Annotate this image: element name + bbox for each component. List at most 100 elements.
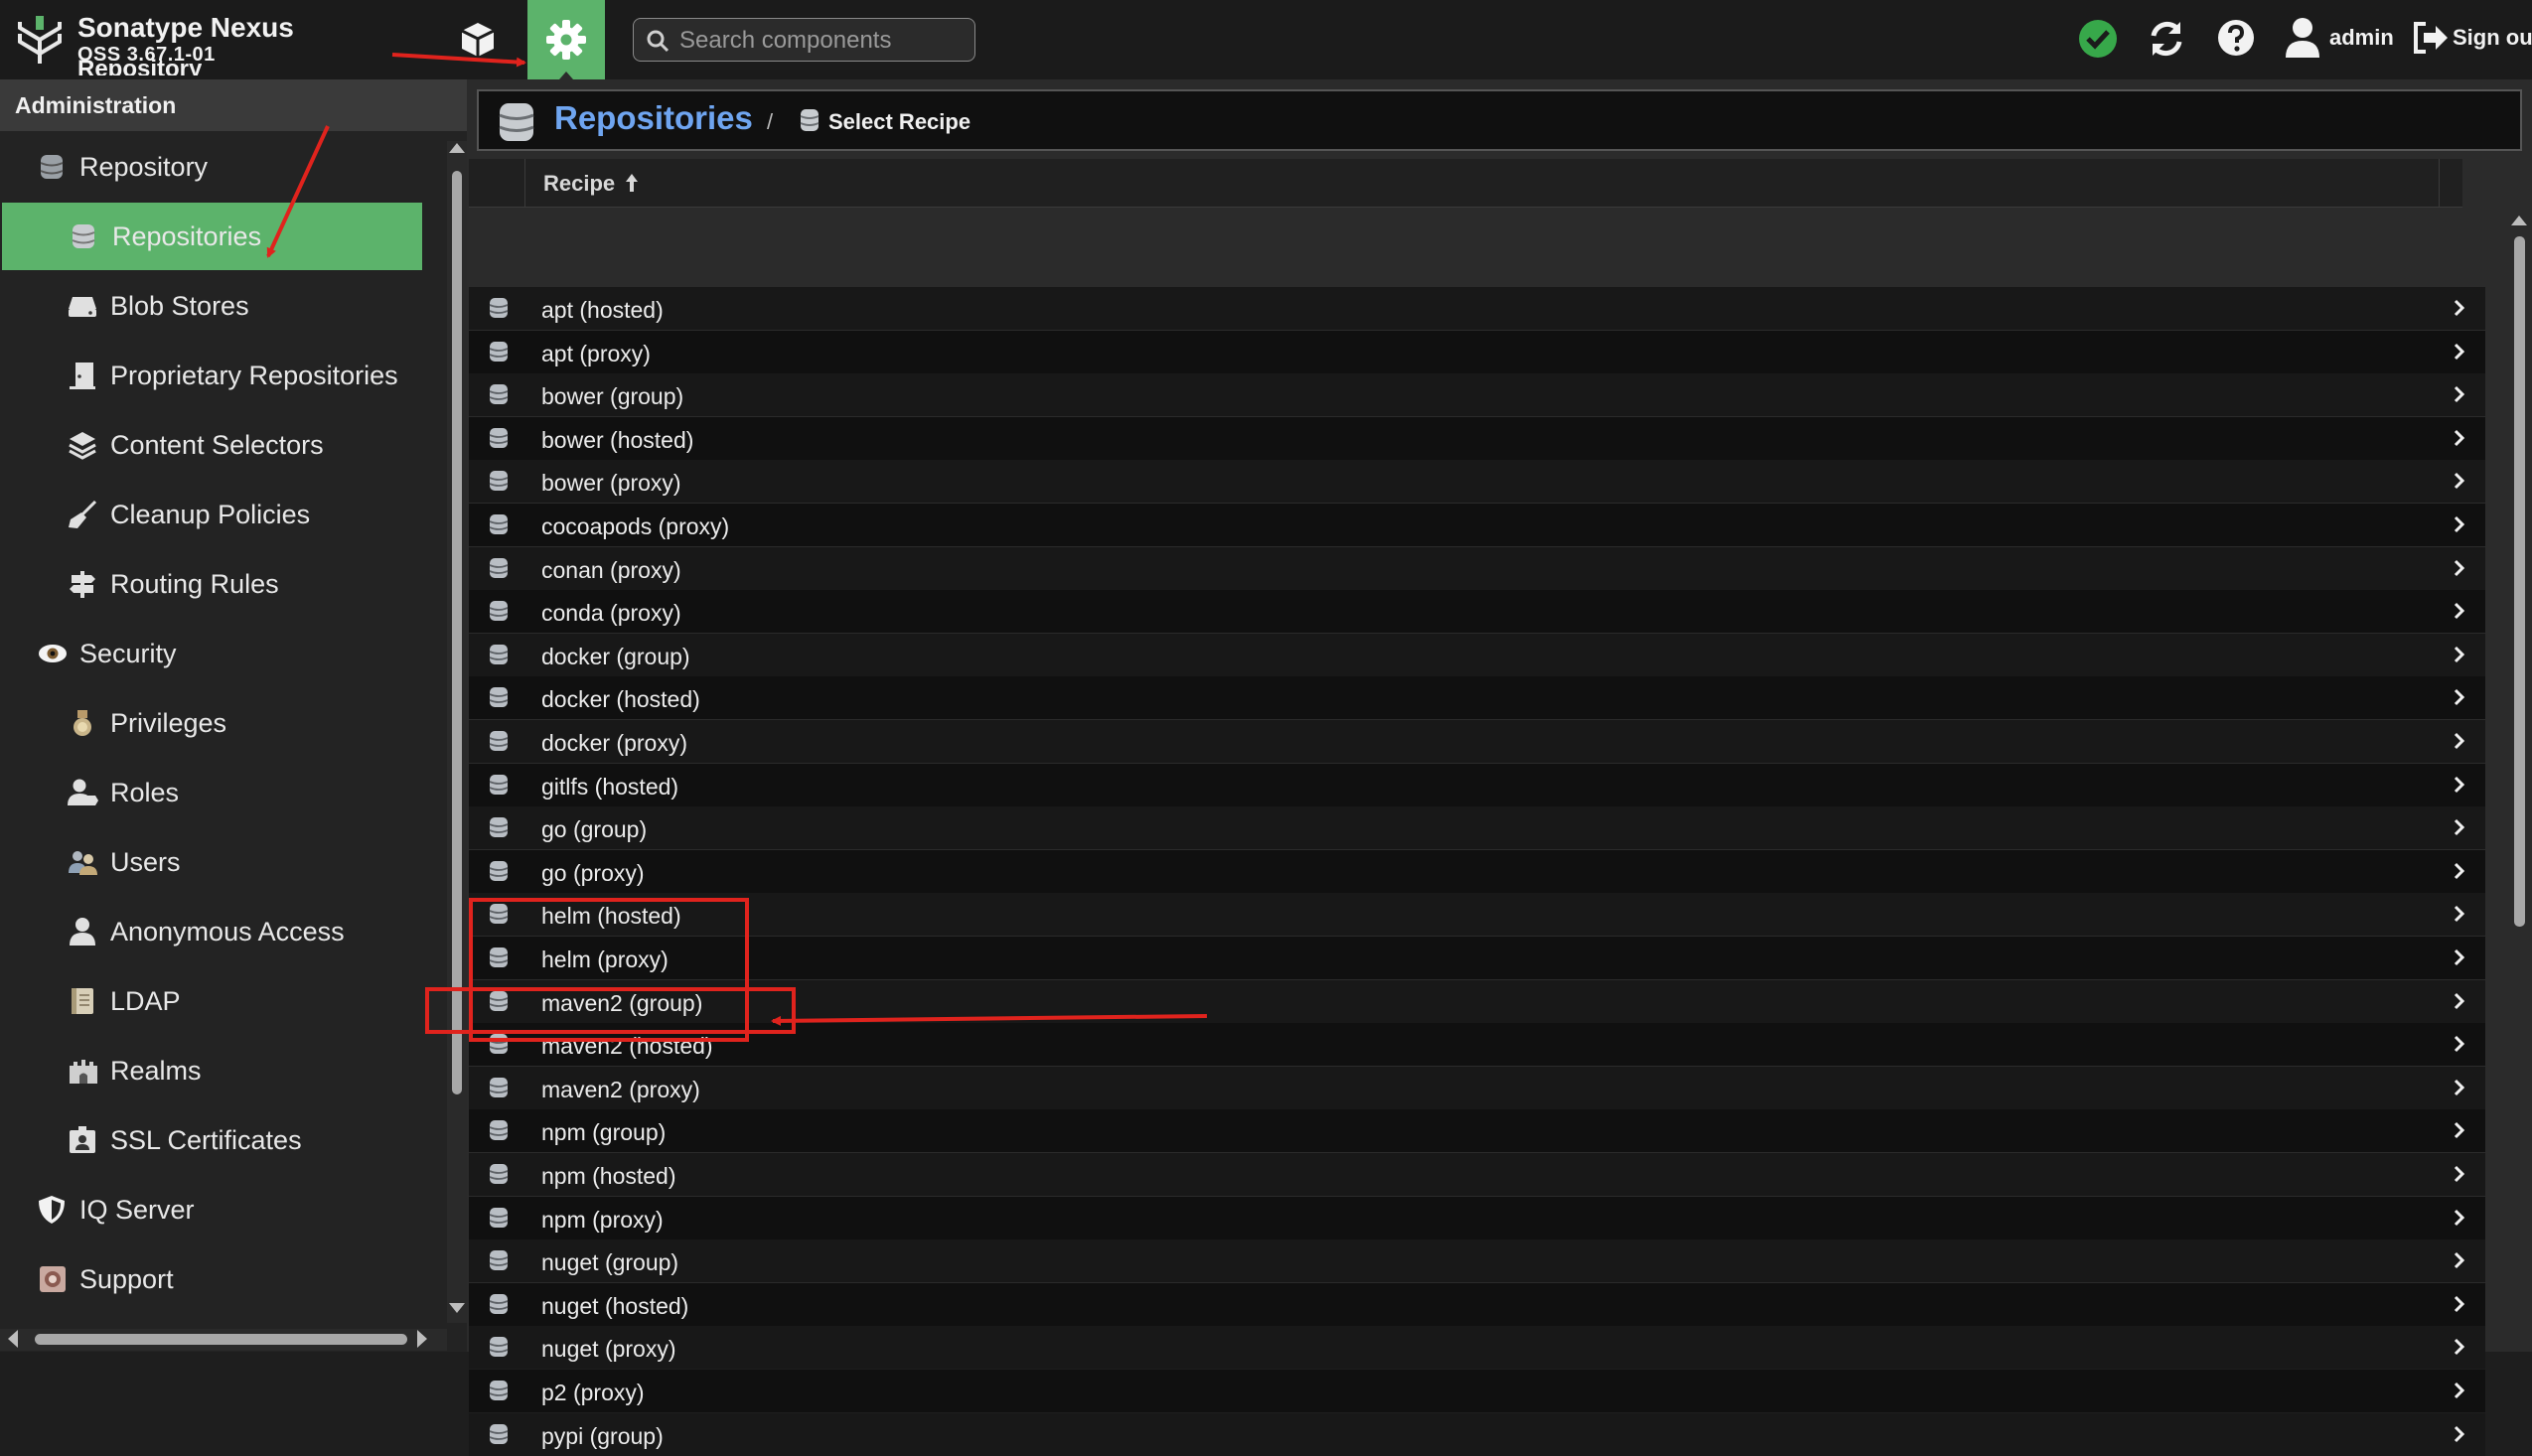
sidebar-item-ssl-certificates[interactable]: SSL Certificates [0,1106,422,1174]
chevron-right-icon[interactable] [2454,1338,2465,1356]
active-indicator-icon [559,72,573,79]
chevron-right-icon[interactable] [2454,602,2465,620]
recipe-row[interactable]: docker (hosted) [469,676,2485,719]
chevron-right-icon[interactable] [2454,905,2465,923]
chevron-right-icon[interactable] [2454,1251,2465,1269]
sidebar-item-security[interactable]: Security [0,620,422,687]
chevron-right-icon[interactable] [2454,688,2465,706]
search-input[interactable] [677,25,969,57]
recipe-row[interactable]: helm (proxy) [469,937,2485,979]
recipe-row[interactable]: bower (proxy) [469,460,2485,503]
recipe-row[interactable]: maven2 (group) [469,980,2485,1023]
chevron-right-icon[interactable] [2454,992,2465,1010]
recipe-row[interactable]: nuget (group) [469,1239,2485,1282]
sidebar-item-realms[interactable]: Realms [0,1037,422,1104]
recipe-row[interactable]: conda (proxy) [469,590,2485,633]
recipe-row[interactable]: pypi (group) [469,1413,2485,1456]
chevron-right-icon[interactable] [2454,646,2465,663]
grid-scroll-thumb[interactable] [2514,236,2525,927]
chevron-right-icon[interactable] [2454,429,2465,447]
sidebar-item-ldap[interactable]: LDAP [0,967,422,1035]
chevron-right-icon[interactable] [2454,385,2465,403]
database-icon [38,152,68,182]
chevron-right-icon[interactable] [2454,948,2465,966]
sidebar-item-cleanup-policies[interactable]: Cleanup Policies [0,481,422,548]
sidebar-item-support[interactable]: Support [0,1245,422,1313]
recipe-row[interactable]: nuget (hosted) [469,1283,2485,1326]
scroll-right-arrow-icon[interactable] [417,1330,429,1348]
scroll-up-arrow-icon[interactable] [449,141,465,153]
recipe-row[interactable]: apt (proxy) [469,331,2485,373]
sidebar-item-roles[interactable]: Roles [0,759,422,826]
recipe-row[interactable]: npm (proxy) [469,1197,2485,1239]
recipe-row[interactable]: docker (group) [469,634,2485,676]
chevron-right-icon[interactable] [2454,1079,2465,1096]
browse-mode-button[interactable] [439,0,517,79]
scroll-left-arrow-icon[interactable] [6,1330,18,1348]
recipe-row[interactable]: go (proxy) [469,850,2485,893]
sidebar-item-anonymous-access[interactable]: Anonymous Access [0,898,422,965]
admin-mode-button[interactable] [527,0,605,79]
help-icon[interactable] [2216,18,2256,58]
recipe-row[interactable]: helm (hosted) [469,893,2485,936]
top-header: Sonatype Nexus Repository OSS 3.67.1-01 [0,0,2532,80]
sign-out-icon[interactable] [2412,20,2450,56]
sidebar-item-privileges[interactable]: Privileges [0,689,422,757]
chevron-right-icon[interactable] [2454,818,2465,836]
breadcrumb-repositories-link[interactable]: Repositories [554,99,753,137]
recipe-row[interactable]: maven2 (hosted) [469,1023,2485,1066]
recipe-row[interactable]: maven2 (proxy) [469,1067,2485,1109]
sidebar-horizontal-scroll-thumb[interactable] [35,1334,407,1345]
recipe-row[interactable]: gitlfs (hosted) [469,764,2485,806]
sidebar-item-users[interactable]: Users [0,828,422,896]
scroll-up-arrow-icon[interactable] [2511,214,2527,225]
sign-out-link[interactable]: Sign ou [2453,25,2532,51]
refresh-icon[interactable] [2146,18,2187,60]
chevron-right-icon[interactable] [2454,1382,2465,1399]
user-icon[interactable] [2284,16,2321,60]
chevron-right-icon[interactable] [2454,776,2465,794]
chevron-right-icon[interactable] [2454,559,2465,577]
chevron-right-icon[interactable] [2454,1209,2465,1227]
recipe-row[interactable]: nuget (proxy) [469,1326,2485,1369]
user-name[interactable]: admin [2329,25,2394,51]
recipe-label: docker (hosted) [541,686,700,712]
system-status-icon[interactable] [2077,18,2119,60]
chevron-right-icon[interactable] [2454,862,2465,880]
recipe-row[interactable]: bower (group) [469,373,2485,416]
search-box[interactable] [633,18,975,62]
recipe-row[interactable]: go (group) [469,806,2485,849]
recipe-row[interactable]: npm (hosted) [469,1153,2485,1196]
chevron-right-icon[interactable] [2454,515,2465,533]
recipe-column-header[interactable]: Recipe [543,171,615,197]
sidebar-item-content-selectors[interactable]: Content Selectors [0,411,422,479]
recipe-label: npm (hosted) [541,1163,676,1189]
chevron-right-icon[interactable] [2454,1295,2465,1313]
recipe-row[interactable]: npm (group) [469,1109,2485,1152]
sidebar-item-routing-rules[interactable]: Routing Rules [0,550,422,618]
chevron-right-icon[interactable] [2454,472,2465,490]
recipe-row[interactable]: conan (proxy) [469,547,2485,590]
sidebar-item-proprietary-repositories[interactable]: Proprietary Repositories [0,342,422,409]
sidebar-item-repository[interactable]: Repository [0,133,422,201]
recipe-row[interactable]: bower (hosted) [469,417,2485,460]
chevron-right-icon[interactable] [2454,1121,2465,1139]
chevron-right-icon[interactable] [2454,732,2465,750]
recipe-row[interactable]: p2 (proxy) [469,1370,2485,1412]
sonatype-logo-icon[interactable] [16,14,64,66]
scroll-down-arrow-icon[interactable] [449,1303,465,1315]
chevron-right-icon[interactable] [2454,343,2465,361]
sidebar-item-iq-server[interactable]: IQ Server [0,1176,422,1243]
chevron-right-icon[interactable] [2454,1165,2465,1183]
sidebar-scroll-thumb[interactable] [452,171,462,1094]
sort-ascending-icon[interactable] [625,173,639,193]
recipe-row[interactable]: docker (proxy) [469,720,2485,763]
sidebar-item-repositories[interactable]: Repositories [2,203,422,270]
recipe-label: docker (group) [541,644,690,669]
sidebar-item-blob-stores[interactable]: Blob Stores [0,272,422,340]
chevron-right-icon[interactable] [2454,299,2465,317]
recipe-row[interactable]: cocoapods (proxy) [469,504,2485,546]
chevron-right-icon[interactable] [2454,1035,2465,1053]
chevron-right-icon[interactable] [2454,1425,2465,1443]
recipe-row[interactable]: apt (hosted) [469,287,2485,330]
